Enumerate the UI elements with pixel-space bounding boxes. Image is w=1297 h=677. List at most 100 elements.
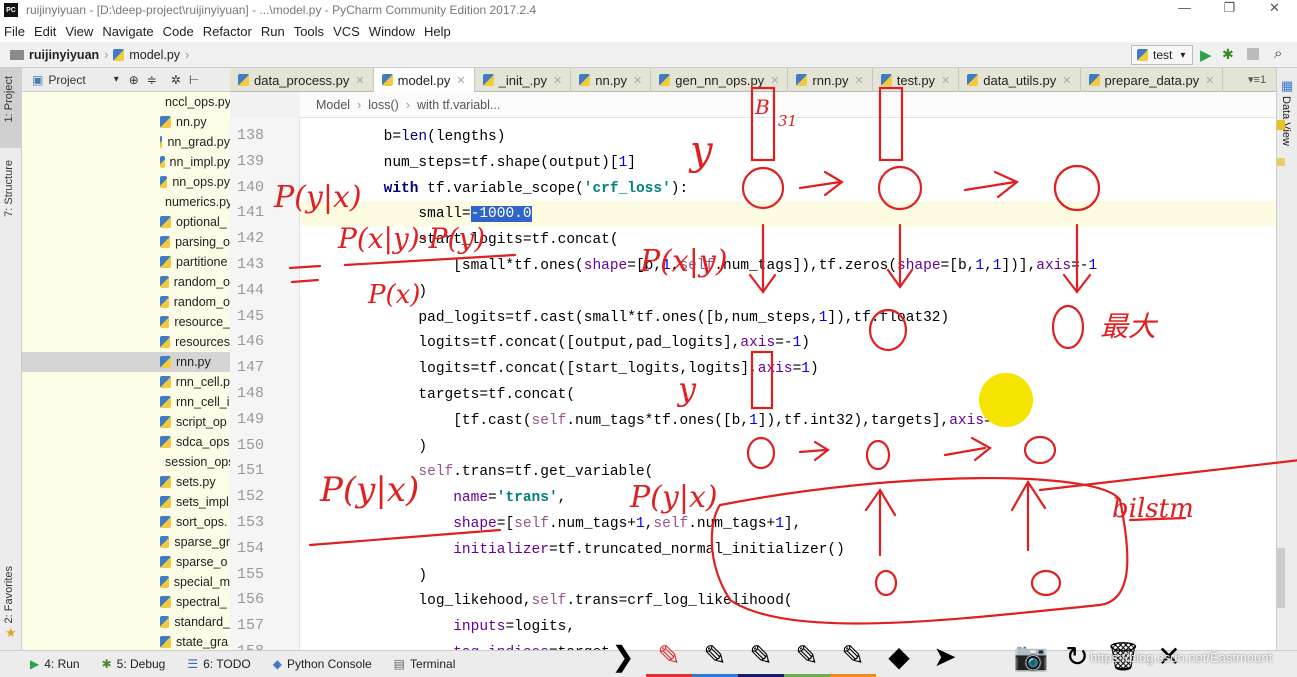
tab-gen-nn-ops-py[interactable]: gen_nn_ops.py ✕ [651, 68, 789, 92]
maximize-button[interactable]: ❐ [1207, 0, 1252, 20]
menu-file[interactable]: File [4, 24, 25, 39]
close-tab-icon[interactable]: ✕ [456, 74, 465, 87]
menu-view[interactable]: View [65, 24, 93, 39]
code-line[interactable]: logits=tf.concat([start_logits,logits],a… [300, 356, 1276, 382]
tool-window-project[interactable]: 1: Project [3, 76, 15, 122]
tree-item[interactable]: sort_ops. [160, 512, 230, 532]
bottom-tool-python-console[interactable]: ◆ Python Console [273, 657, 372, 671]
tab-prepare-data-py[interactable]: prepare_data.py ✕ [1081, 68, 1224, 92]
pen-blue-icon[interactable]: ✎ [692, 637, 738, 677]
tree-item[interactable]: spectral_ [160, 592, 230, 612]
pen-orange-icon[interactable]: ✎ [830, 637, 876, 677]
code-line[interactable]: with tf.variable_scope('crf_loss'): [300, 176, 1276, 202]
breadcrumb-item[interactable]: Model [316, 98, 350, 112]
tree-item[interactable]: resources [160, 332, 230, 352]
tree-item[interactable]: sets.py [160, 472, 230, 492]
pen-navy-icon[interactable]: ✎ [738, 637, 784, 677]
code-line[interactable]: small=-1000.0 [300, 201, 1276, 228]
tree-item[interactable]: special_m [160, 572, 230, 592]
tree-item[interactable]: sets_impl [160, 492, 230, 512]
scrollbar[interactable] [1277, 548, 1285, 608]
code-line[interactable]: num_steps=tf.shape(output)[1] [300, 150, 1276, 176]
tree-item[interactable]: state_gra [160, 632, 230, 650]
menu-help[interactable]: Help [424, 24, 451, 39]
menu-run[interactable]: Run [261, 24, 285, 39]
tree-item[interactable]: session_ops.py [160, 452, 230, 472]
code-line[interactable]: self.trans=tf.get_variable( [300, 459, 1276, 485]
tree-item[interactable]: random_o [160, 272, 230, 292]
tool-window-favorites[interactable]: 2: Favorites [3, 566, 15, 623]
warning-marker[interactable] [1277, 120, 1285, 130]
close-tab-icon[interactable]: ✕ [1062, 74, 1071, 87]
bottom-tool-4-run[interactable]: ▶ 4: Run [30, 657, 80, 671]
marker[interactable] [1277, 158, 1285, 166]
tree-item[interactable]: rnn_cell.p [160, 372, 230, 392]
run-config-select[interactable]: test ▾ [1131, 45, 1193, 65]
camera-icon[interactable]: 📷 [1008, 637, 1054, 677]
pen-red-icon[interactable]: ✎ [646, 637, 692, 677]
chevron-down-icon[interactable]: ▾ [114, 74, 119, 85]
tab-nn-py[interactable]: nn.py ✕ [571, 68, 652, 92]
menu-navigate[interactable]: Navigate [102, 24, 153, 39]
tree-item[interactable]: nn.py [160, 112, 230, 132]
pointer-icon[interactable]: ➤ [922, 637, 968, 677]
menu-code[interactable]: Code [163, 24, 194, 39]
code-line[interactable]: [small*tf.ones(shape=[b,1,self.num_tags]… [300, 253, 1276, 279]
breadcrumb-item[interactable]: loss() [368, 98, 399, 112]
code-line[interactable]: b=len(lengths) [300, 124, 1276, 150]
bottom-tool-6-todo[interactable]: ☰ 6: TODO [187, 657, 250, 671]
tab-model-py[interactable]: model.py ✕ [373, 68, 475, 92]
tree-item[interactable]: partitione [160, 252, 230, 272]
nav-project[interactable]: ruijinyiyuan [29, 48, 99, 62]
bottom-tool-5-debug[interactable]: ✱ 5: Debug [102, 657, 166, 671]
code-line[interactable]: log_likehood,self.trans=crf_log_likeliho… [300, 588, 1276, 614]
close-tab-icon[interactable]: ✕ [855, 74, 864, 87]
tab-data-process-py[interactable]: data_process.py ✕ [230, 68, 374, 92]
tree-item[interactable]: parsing_o [160, 232, 230, 252]
menu-edit[interactable]: Edit [34, 24, 56, 39]
pen-green-icon[interactable]: ✎ [784, 637, 830, 677]
tab-rnn-py[interactable]: rnn.py ✕ [788, 68, 873, 92]
tool-window-structure[interactable]: 7: Structure [3, 160, 15, 217]
stop-icon[interactable] [1247, 48, 1259, 60]
tab--init-py[interactable]: _init_.py ✕ [475, 68, 572, 92]
code-line[interactable]: ) [300, 279, 1276, 305]
close-tab-icon[interactable]: ✕ [1205, 74, 1214, 87]
menu-refactor[interactable]: Refactor [203, 24, 252, 39]
menu-vcs[interactable]: VCS [333, 24, 360, 39]
code-line[interactable]: name='trans', [300, 485, 1276, 511]
tree-item[interactable]: rnn_cell_i [160, 392, 230, 412]
tab-data-utils-py[interactable]: data_utils.py ✕ [959, 68, 1081, 92]
tree-item[interactable]: sparse_o [160, 552, 230, 572]
tree-item[interactable]: numerics.py [160, 192, 230, 212]
tree-item[interactable]: standard_ [160, 612, 230, 632]
tree-item[interactable]: resource_ [160, 312, 230, 332]
code-line[interactable]: initializer=tf.truncated_normal_initiali… [300, 537, 1276, 563]
tree-item[interactable]: sparse_gr [160, 532, 230, 552]
nav-file[interactable]: model.py [129, 48, 180, 62]
menu-window[interactable]: Window [369, 24, 415, 39]
code-line[interactable]: [tf.cast(self.num_tags*tf.ones([b,1]),tf… [300, 408, 1276, 434]
tree-item[interactable]: nn_impl.py [160, 152, 230, 172]
eraser-icon[interactable]: ◆ [876, 637, 922, 677]
collapse-icon[interactable]: ❯ [600, 637, 646, 677]
tree-item[interactable]: script_op [160, 412, 230, 432]
search-icon[interactable]: ⌕ [1274, 45, 1282, 62]
minimize-button[interactable]: — [1162, 0, 1207, 20]
tab-overflow-button[interactable]: ▾≡1 [1248, 73, 1266, 86]
close-tab-icon[interactable]: ✕ [770, 74, 779, 87]
menu-tools[interactable]: Tools [294, 24, 324, 39]
gear-icon[interactable]: ✲ [171, 73, 181, 87]
code-line[interactable]: targets=tf.concat( [300, 382, 1276, 408]
tree-item[interactable]: nn_grad.py [160, 132, 230, 152]
tree-item[interactable]: nn_ops.py [160, 172, 230, 192]
project-view-select[interactable]: Project [48, 73, 85, 87]
tree-item[interactable]: nccl_ops.py [160, 92, 230, 112]
hide-icon[interactable]: ⊢ [189, 73, 199, 87]
code-line[interactable]: logits=tf.concat([output,pad_logits],axi… [300, 330, 1276, 356]
collapse-icon[interactable]: ≑ [147, 73, 157, 87]
code-line[interactable]: pad_logits=tf.cast(small*tf.ones([b,num_… [300, 305, 1276, 331]
code-line[interactable]: start_logits=tf.concat( [300, 227, 1276, 253]
close-tab-icon[interactable]: ✕ [553, 74, 562, 87]
tab-test-py[interactable]: test.py ✕ [873, 68, 960, 92]
